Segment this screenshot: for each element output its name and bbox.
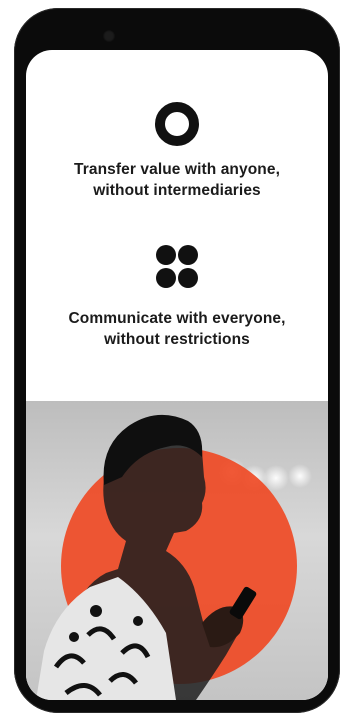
four-dots-icon <box>156 245 198 288</box>
feature-communicate-line1: Communicate with everyone, <box>68 310 286 327</box>
phone-frame: Transfer value with anyone, without inte… <box>14 8 340 713</box>
feature-communicate-line2: without restrictions <box>104 331 250 348</box>
feature-transfer-line2: without intermediaries <box>93 182 261 199</box>
front-camera <box>103 30 115 42</box>
feature-transfer-text: Transfer value with anyone, without inte… <box>26 159 328 201</box>
feature-communicate-text: Communicate with everyone, without restr… <box>26 308 328 350</box>
phone-screen: Transfer value with anyone, without inte… <box>26 50 328 700</box>
feature-transfer-icon-wrap <box>26 102 328 146</box>
feature-communicate-icon-wrap <box>26 244 328 290</box>
person-with-phone-image <box>26 401 328 700</box>
ring-icon <box>155 102 199 146</box>
feature-transfer-line1: Transfer value with anyone, <box>74 161 280 178</box>
hero-photo <box>26 401 328 700</box>
